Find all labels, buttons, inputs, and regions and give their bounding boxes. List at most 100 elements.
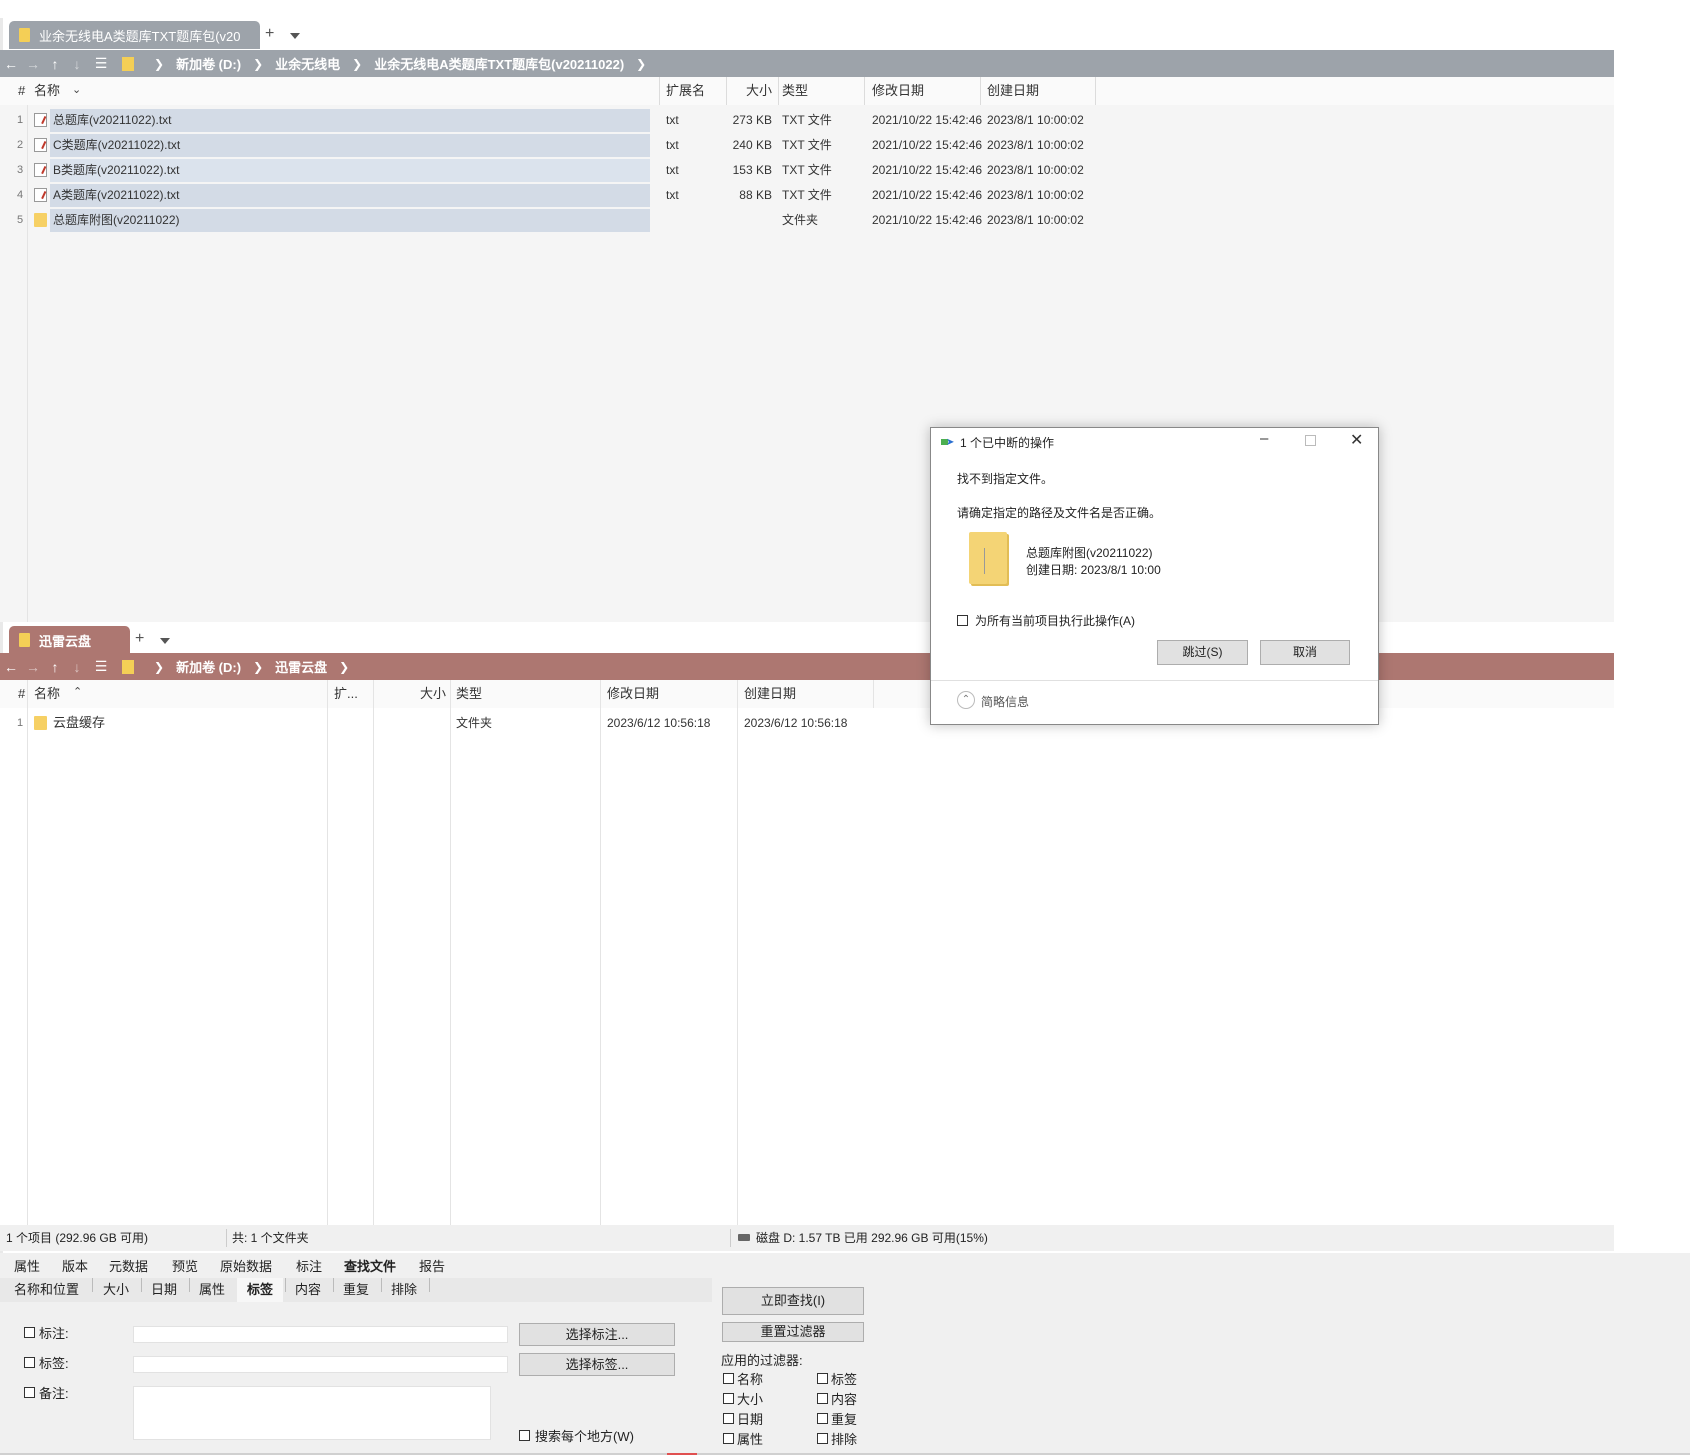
col-size[interactable]: 大小	[414, 680, 446, 708]
column-divider[interactable]	[1095, 77, 1096, 105]
filter-size-checkbox[interactable]	[723, 1393, 734, 1404]
up-icon[interactable]: ↑	[44, 659, 66, 675]
minimize-icon[interactable]: –	[1260, 430, 1268, 447]
chevron-right-icon[interactable]: ❯	[253, 57, 263, 71]
new-tab-plus-icon[interactable]: +	[265, 25, 274, 43]
chevron-right-icon[interactable]: ❯	[154, 660, 164, 674]
column-divider[interactable]	[659, 77, 660, 105]
tab-preview[interactable]: 预览	[172, 1255, 198, 1279]
tab-label[interactable]: 标注	[296, 1255, 322, 1279]
col-ext[interactable]: 扩...	[328, 680, 358, 708]
back-icon[interactable]: ←	[0, 56, 22, 72]
subtab-tags[interactable]: 标签	[247, 1278, 273, 1302]
menu-icon[interactable]: ☰	[88, 55, 114, 72]
breadcrumb-item[interactable]: 迅雷云盘	[275, 657, 327, 676]
menu-icon[interactable]: ☰	[88, 658, 114, 675]
file-name[interactable]: 云盘缓存	[53, 711, 105, 735]
tab-version[interactable]: 版本	[62, 1255, 88, 1279]
apply-all-checkbox[interactable]	[957, 615, 968, 626]
col-modified[interactable]: 修改日期	[601, 680, 659, 708]
col-modified[interactable]: 修改日期	[866, 77, 924, 105]
tab-top-folder[interactable]: 业余无线电A类题库TXT题库包(v20	[9, 21, 260, 49]
tag-checkbox[interactable]	[24, 1357, 35, 1368]
column-divider[interactable]	[980, 77, 981, 105]
sort-up-icon[interactable]: ⌃	[73, 685, 82, 698]
filter-exclude-checkbox[interactable]	[817, 1433, 828, 1444]
subtab-size[interactable]: 大小	[103, 1278, 129, 1302]
forward-icon[interactable]: →	[22, 659, 44, 675]
note-textarea[interactable]	[133, 1386, 491, 1440]
breadcrumb-item[interactable]: 新加卷 (D:)	[176, 657, 241, 676]
select-mark-button[interactable]: 选择标注...	[519, 1323, 675, 1346]
chevron-right-icon[interactable]: ❯	[352, 57, 362, 71]
forward-icon[interactable]: →	[22, 56, 44, 72]
details-toggle[interactable]: 简略信息	[981, 693, 1029, 710]
breadcrumb-item[interactable]: 业余无线电	[275, 54, 340, 73]
chevron-right-icon[interactable]: ❯	[339, 660, 349, 674]
file-name[interactable]: A类题库(v20211022).txt	[53, 183, 180, 207]
filter-date-checkbox[interactable]	[723, 1413, 734, 1424]
table-row[interactable]: 3 B类题库(v20211022).txt txt 153 KB TXT 文件 …	[0, 158, 1614, 182]
col-name[interactable]: 名称	[28, 680, 60, 708]
file-name[interactable]: C类题库(v20211022).txt	[53, 133, 180, 157]
subtab-attributes[interactable]: 属性	[199, 1278, 225, 1302]
column-divider[interactable]	[864, 77, 865, 105]
subtab-duplicates[interactable]: 重复	[343, 1278, 369, 1302]
breadcrumb-item[interactable]: 新加卷 (D:)	[176, 54, 241, 73]
subtab-date[interactable]: 日期	[151, 1278, 177, 1302]
file-name[interactable]: 总题库(v20211022).txt	[53, 108, 172, 132]
chevron-up-icon[interactable]: ⌃	[957, 691, 975, 709]
find-now-button[interactable]: 立即查找(I)	[722, 1287, 864, 1315]
filter-duplicate-checkbox[interactable]	[817, 1413, 828, 1424]
down-icon[interactable]: ↓	[66, 56, 88, 72]
reset-filters-button[interactable]: 重置过滤器	[722, 1322, 864, 1342]
tab-raw-data[interactable]: 原始数据	[220, 1255, 272, 1279]
back-icon[interactable]: ←	[0, 659, 22, 675]
close-icon[interactable]: ✕	[1350, 430, 1363, 450]
file-name[interactable]: 总题库附图(v20211022)	[53, 208, 180, 232]
bottom-file-list[interactable]: # 名称 ⌃ 扩... 大小 类型 修改日期 创建日期 1 云盘缓存 文件夹 2…	[0, 680, 1614, 1225]
sort-down-icon[interactable]: ⌄	[72, 83, 81, 96]
subtab-exclude[interactable]: 排除	[391, 1278, 417, 1302]
col-name[interactable]: 名称	[28, 77, 60, 105]
breadcrumb-item[interactable]: 业余无线电A类题库TXT题库包(v20211022)	[374, 54, 624, 73]
select-tag-button[interactable]: 选择标签...	[519, 1353, 675, 1376]
filter-attributes-checkbox[interactable]	[723, 1433, 734, 1444]
chevron-right-icon[interactable]: ❯	[253, 660, 263, 674]
column-divider[interactable]	[726, 77, 727, 105]
up-icon[interactable]: ↑	[44, 56, 66, 72]
column-divider[interactable]	[778, 77, 779, 105]
tab-metadata[interactable]: 元数据	[109, 1255, 148, 1279]
mark-input[interactable]	[133, 1326, 508, 1343]
tag-input[interactable]	[133, 1356, 508, 1373]
subtab-content[interactable]: 内容	[295, 1278, 321, 1302]
col-size[interactable]: 大小	[740, 77, 772, 105]
chevron-right-icon[interactable]: ❯	[636, 57, 646, 71]
cancel-button[interactable]: 取消	[1260, 640, 1350, 665]
tab-report[interactable]: 报告	[419, 1255, 445, 1279]
tab-dropdown-icon[interactable]	[160, 638, 170, 644]
filter-name-checkbox[interactable]	[723, 1373, 734, 1384]
skip-button[interactable]: 跳过(S)	[1157, 640, 1248, 665]
tab-find-files[interactable]: 查找文件	[344, 1255, 396, 1279]
col-index[interactable]: #	[12, 77, 25, 105]
col-type[interactable]: 类型	[450, 680, 482, 708]
col-index[interactable]: #	[12, 680, 25, 708]
search-everywhere-label[interactable]: 搜索每个地方(W)	[535, 1426, 634, 1445]
col-created[interactable]: 创建日期	[981, 77, 1039, 105]
filter-content-checkbox[interactable]	[817, 1393, 828, 1404]
tab-properties[interactable]: 属性	[14, 1255, 40, 1279]
table-row[interactable]: 4 A类题库(v20211022).txt txt 88 KB TXT 文件 2…	[0, 183, 1614, 207]
col-ext[interactable]: 扩展名	[660, 77, 705, 105]
apply-all-label[interactable]: 为所有当前项目执行此操作(A)	[975, 612, 1135, 629]
new-tab-plus-icon[interactable]: +	[135, 630, 144, 648]
tab-bottom-folder[interactable]: 迅雷云盘	[9, 626, 130, 654]
table-row[interactable]: 5 总题库附图(v20211022) 文件夹 2021/10/22 15:42:…	[0, 208, 1614, 232]
col-type[interactable]: 类型	[776, 77, 808, 105]
table-row[interactable]: 1 总题库(v20211022).txt txt 273 KB TXT 文件 2…	[0, 108, 1614, 132]
table-row[interactable]: 2 C类题库(v20211022).txt txt 240 KB TXT 文件 …	[0, 133, 1614, 157]
col-created[interactable]: 创建日期	[738, 680, 796, 708]
note-checkbox[interactable]	[24, 1387, 35, 1398]
mark-checkbox[interactable]	[24, 1327, 35, 1338]
chevron-right-icon[interactable]: ❯	[154, 57, 164, 71]
